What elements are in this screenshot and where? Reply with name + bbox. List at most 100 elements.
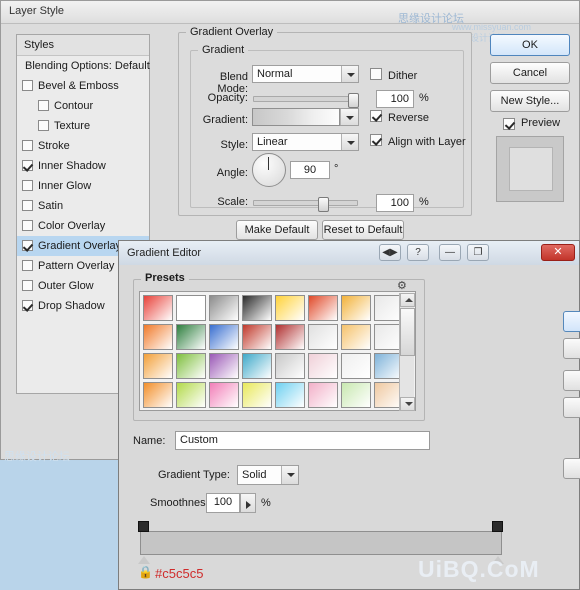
gradient-editor-reset-button[interactable]: Reset xyxy=(563,338,580,359)
style-row[interactable]: Contour xyxy=(17,96,149,116)
dither-label: Dither xyxy=(388,70,418,82)
style-row-checkbox[interactable] xyxy=(22,260,33,271)
style-row[interactable]: Satin xyxy=(17,196,149,216)
preset-swatch[interactable] xyxy=(143,353,173,379)
preset-swatch[interactable] xyxy=(341,295,371,321)
smoothness-spinner-icon[interactable] xyxy=(240,493,256,513)
new-style-button[interactable]: New Style... xyxy=(490,90,570,112)
style-row-checkbox[interactable] xyxy=(38,100,49,111)
nav-arrows-icon[interactable]: ◀▶ xyxy=(379,244,401,261)
preset-swatch[interactable] xyxy=(143,324,173,350)
gradient-stop-bottom-left[interactable] xyxy=(138,556,150,564)
preset-swatch[interactable] xyxy=(176,382,206,408)
angle-value-input[interactable]: 90 xyxy=(290,161,330,179)
style-row[interactable]: Inner Glow xyxy=(17,176,149,196)
gradient-picker-button[interactable] xyxy=(340,108,359,126)
style-row[interactable]: Inner Shadow xyxy=(17,156,149,176)
style-row-checkbox[interactable] xyxy=(22,300,33,311)
preset-swatch[interactable] xyxy=(176,324,206,350)
presets-swatch-panel[interactable] xyxy=(139,291,416,411)
gradient-type-combo[interactable]: Solid xyxy=(237,465,299,485)
preset-swatch[interactable] xyxy=(242,295,272,321)
style-row-checkbox[interactable] xyxy=(22,200,33,211)
preset-swatch[interactable] xyxy=(143,382,173,408)
cancel-button[interactable]: Cancel xyxy=(490,62,570,84)
preset-swatch[interactable] xyxy=(275,295,305,321)
dither-checkbox[interactable] xyxy=(370,68,382,80)
style-row[interactable]: Texture xyxy=(17,116,149,136)
preset-swatch[interactable] xyxy=(176,353,206,379)
opacity-value-input[interactable]: 100 xyxy=(376,90,414,108)
style-row-checkbox[interactable] xyxy=(22,140,33,151)
opacity-unit: % xyxy=(419,92,429,104)
blend-mode-combo[interactable]: Normal xyxy=(252,65,359,83)
gradient-name-input[interactable]: Custom xyxy=(175,431,430,450)
gradient-editor-load-button[interactable]: Load... xyxy=(563,370,580,391)
smoothness-input[interactable]: 100 xyxy=(206,493,240,513)
scrollbar-thumb[interactable] xyxy=(400,308,415,356)
preset-swatch[interactable] xyxy=(275,353,305,379)
style-row-checkbox[interactable] xyxy=(22,280,33,291)
style-row[interactable]: Color Overlay xyxy=(17,216,149,236)
preset-swatch[interactable] xyxy=(275,324,305,350)
preset-swatch[interactable] xyxy=(143,295,173,321)
minimize-icon[interactable]: — xyxy=(439,244,461,261)
maximize-icon[interactable]: ❐ xyxy=(467,244,489,261)
preset-swatch[interactable] xyxy=(341,382,371,408)
reset-to-default-button[interactable]: Reset to Default xyxy=(322,220,404,240)
style-row-label: Gradient Overlay xyxy=(38,240,122,252)
preset-swatch[interactable] xyxy=(341,353,371,379)
style-row-checkbox[interactable] xyxy=(22,180,33,191)
scale-label: Scale: xyxy=(217,196,248,208)
gradient-stop-right[interactable] xyxy=(492,521,503,532)
preset-swatch[interactable] xyxy=(242,353,272,379)
preset-swatch[interactable] xyxy=(308,324,338,350)
ok-button[interactable]: OK xyxy=(490,34,570,56)
style-combo[interactable]: Linear xyxy=(252,133,359,151)
preset-swatch[interactable] xyxy=(242,324,272,350)
presets-scrollbar[interactable] xyxy=(399,293,415,411)
align-with-layer-checkbox[interactable] xyxy=(370,134,382,146)
preset-swatch[interactable] xyxy=(308,353,338,379)
preset-swatch[interactable] xyxy=(209,324,239,350)
gradient-editor-save-button[interactable]: Save... xyxy=(563,397,580,418)
preset-swatch[interactable] xyxy=(209,382,239,408)
preset-swatch[interactable] xyxy=(176,295,206,321)
angle-dial[interactable] xyxy=(252,153,286,187)
opacity-slider-thumb[interactable] xyxy=(348,93,359,108)
preset-swatch[interactable] xyxy=(209,295,239,321)
gradient-bar[interactable] xyxy=(140,531,502,555)
preset-swatch[interactable] xyxy=(308,295,338,321)
reverse-checkbox[interactable] xyxy=(370,110,382,122)
gradient-preview-swatch[interactable] xyxy=(252,108,340,126)
scroll-down-icon[interactable] xyxy=(400,397,415,411)
gradient-editor-new-button[interactable]: New xyxy=(563,458,580,479)
style-row[interactable]: Stroke xyxy=(17,136,149,156)
help-icon[interactable]: ? xyxy=(407,244,429,261)
scale-slider-track[interactable] xyxy=(253,200,358,206)
make-default-button[interactable]: Make Default xyxy=(236,220,318,240)
style-row-checkbox[interactable] xyxy=(38,120,49,131)
style-row-checkbox[interactable] xyxy=(22,80,33,91)
gradient-stop-left[interactable] xyxy=(138,521,149,532)
preset-swatch[interactable] xyxy=(242,382,272,408)
opacity-slider-track[interactable] xyxy=(253,96,358,102)
watermark-left: 思缘设计论坛 xyxy=(4,451,70,463)
style-row-checkbox[interactable] xyxy=(22,240,33,251)
style-row[interactable]: Bevel & Emboss xyxy=(17,76,149,96)
scale-slider-thumb[interactable] xyxy=(318,197,329,212)
gradient-editor-title: Gradient Editor xyxy=(127,247,201,259)
style-row[interactable]: Blending Options: Default xyxy=(17,56,150,76)
scroll-up-icon[interactable] xyxy=(400,293,415,307)
preset-swatch[interactable] xyxy=(341,324,371,350)
gradient-editor-ok-button[interactable]: OK xyxy=(563,311,580,332)
preset-swatch[interactable] xyxy=(209,353,239,379)
preset-swatch[interactable] xyxy=(308,382,338,408)
preset-swatch[interactable] xyxy=(275,382,305,408)
close-icon[interactable]: ✕ xyxy=(541,244,575,261)
scale-value-input[interactable]: 100 xyxy=(376,194,414,212)
style-row-checkbox[interactable] xyxy=(22,220,33,231)
presets-swatch-grid[interactable] xyxy=(141,293,404,411)
style-row-checkbox[interactable] xyxy=(22,160,33,171)
preview-checkbox[interactable] xyxy=(503,118,515,130)
